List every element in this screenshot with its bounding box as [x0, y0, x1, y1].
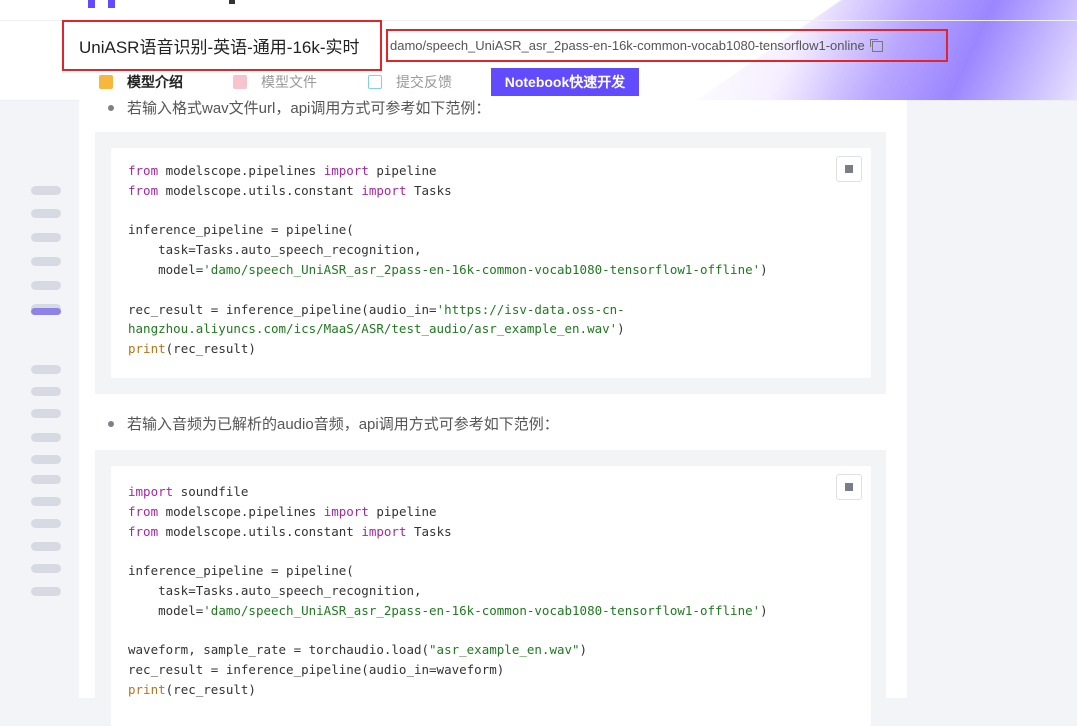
code-token: modelscope.utils.constant [158, 523, 362, 539]
toc-item[interactable] [31, 365, 61, 374]
code-text[interactable]: import soundfile from modelscope.pipelin… [128, 482, 768, 700]
toc-item[interactable] [31, 587, 61, 596]
toc-item[interactable] [31, 387, 61, 396]
code-card: import soundfile from modelscope.pipelin… [111, 466, 871, 726]
readme-content: 若输入格式wav文件url，api调用方式可参考如下范例： from model… [79, 97, 907, 726]
copy-code-button[interactable] [836, 156, 862, 182]
code-token: soundfile [173, 484, 249, 499]
code-text[interactable]: from modelscope.pipelines import pipelin… [128, 161, 768, 359]
code-token: ) [760, 261, 768, 277]
code-token: print [128, 341, 166, 357]
cube-icon [99, 75, 113, 89]
code-token: Tasks [406, 182, 452, 198]
code-token: "asr_example_en.wav" [429, 642, 580, 658]
tab-feedback[interactable]: 提交反馈 [368, 66, 452, 98]
toc-item[interactable] [31, 564, 61, 573]
toc-item[interactable] [31, 519, 61, 528]
bullet-icon [108, 420, 114, 427]
list-item: 若输入格式wav文件url，api调用方式可参考如下范例： [108, 97, 490, 118]
bullet-text: 若输入格式wav文件url，api调用方式可参考如下范例： [127, 100, 491, 117]
copy-icon[interactable] [869, 39, 883, 52]
tab-label: 模型介绍 [127, 74, 183, 90]
code-token: from [128, 503, 159, 519]
code-token: 'damo/speech_UniASR_asr_2pass-en-16k-com… [203, 261, 761, 277]
toc-item[interactable] [31, 542, 61, 551]
tab-label: 提交反馈 [396, 74, 452, 90]
logo-icon[interactable] [88, 0, 116, 8]
code-token: modelscope.utils.constant [158, 182, 362, 198]
code-block: import soundfile from modelscope.pipelin… [95, 450, 886, 726]
code-token: model= [128, 602, 204, 618]
code-token: waveform, sample_rate = torchaudio.load( [128, 642, 430, 658]
bullet-text: 若输入音频为已解析的audio音频，api调用方式可参考如下范例： [127, 416, 559, 433]
code-token: task=Tasks.auto_speech_recognition, [128, 242, 422, 258]
toc-item[interactable] [31, 209, 61, 218]
code-token: pipeline [368, 163, 437, 178]
code-token: Tasks [406, 523, 452, 539]
code-token: print [128, 681, 166, 697]
file-icon [233, 75, 247, 89]
code-card: from modelscope.pipelines import pipelin… [111, 148, 871, 378]
code-token: modelscope.pipelines [158, 503, 324, 519]
tab-model-intro[interactable]: 模型介绍 [99, 66, 183, 98]
notebook-button[interactable]: Notebook快速开发 [491, 68, 639, 96]
toc-item[interactable] [31, 409, 61, 418]
code-token: import [323, 163, 369, 178]
code-token: from [128, 182, 159, 198]
copy-icon [842, 165, 853, 175]
code-token: from [128, 523, 159, 539]
toc-item[interactable] [31, 497, 61, 506]
code-token: 'https://isv-data.oss-cn- [436, 301, 625, 317]
code-token: rec_result = inference_pipeline(audio_in… [128, 301, 437, 317]
code-token: ) [579, 642, 588, 658]
code-token: (rec_result) [165, 681, 256, 697]
model-id: damo/speech_UniASR_asr_2pass-en-16k-comm… [386, 29, 948, 62]
code-token: import [323, 503, 369, 519]
code-token: (rec_result) [165, 341, 256, 357]
tab-model-files[interactable]: 模型文件 [233, 66, 317, 98]
code-token: hangzhou.aliyuncs.com/ics/MaaS/ASR/test_… [128, 321, 618, 337]
code-token: from [128, 163, 159, 178]
code-token: modelscope.pipelines [158, 163, 324, 178]
code-token: inference_pipeline = pipeline( [128, 222, 354, 238]
code-token: import [361, 182, 407, 198]
copy-code-button[interactable] [836, 474, 862, 500]
model-title-text: UniASR语音识别-英语-通用-16k-实时 [79, 38, 360, 57]
code-token: ) [617, 321, 625, 337]
code-token: import [128, 484, 174, 499]
toc-item[interactable] [31, 308, 61, 315]
code-token: rec_result = inference_pipeline(audio_in… [128, 662, 505, 678]
code-token: inference_pipeline = pipeline( [128, 563, 354, 579]
copy-icon [842, 483, 853, 493]
bullet-icon [108, 104, 114, 111]
toc-item[interactable] [31, 186, 61, 195]
toc-item[interactable] [31, 257, 61, 266]
top-nav-bar [0, 0, 1077, 21]
toc-item[interactable] [31, 455, 61, 464]
code-token: ) [760, 602, 768, 618]
model-id-text: damo/speech_UniASR_asr_2pass-en-16k-comm… [390, 38, 865, 53]
code-token: task=Tasks.auto_speech_recognition, [128, 582, 422, 598]
code-token: model= [128, 261, 204, 277]
toc-item[interactable] [31, 475, 61, 484]
code-block: from modelscope.pipelines import pipelin… [95, 132, 886, 394]
edit-icon [368, 75, 382, 89]
toc-item[interactable] [31, 233, 61, 242]
code-token: pipeline [368, 503, 437, 519]
toc-item[interactable] [31, 433, 61, 442]
tab-label: 模型文件 [261, 74, 317, 90]
toc-item[interactable] [31, 281, 61, 290]
code-token: import [361, 523, 407, 539]
model-title: UniASR语音识别-英语-通用-16k-实时 [62, 20, 382, 71]
nav-fragment [229, 0, 235, 4]
list-item: 若输入音频为已解析的audio音频，api调用方式可参考如下范例： [108, 413, 559, 434]
code-token: 'damo/speech_UniASR_asr_2pass-en-16k-com… [203, 602, 761, 618]
